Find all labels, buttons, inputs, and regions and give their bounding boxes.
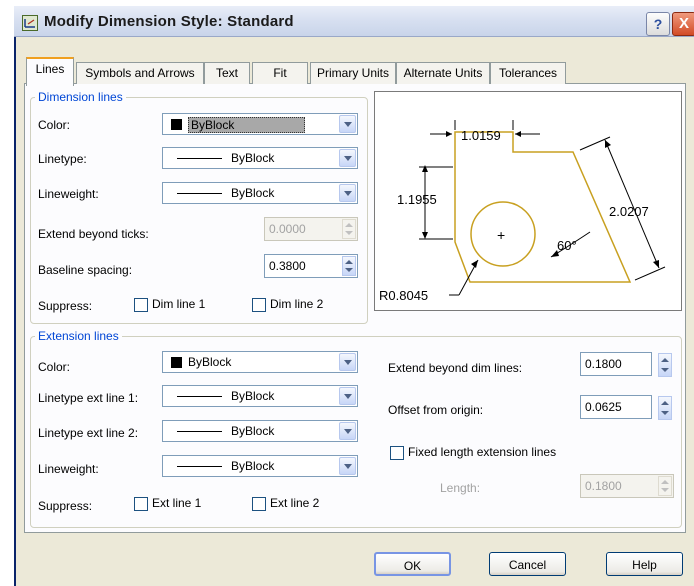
dim-line2-checkbox[interactable] — [252, 298, 266, 312]
center-mark: + — [497, 227, 505, 243]
ext-line2-checkbox[interactable] — [252, 497, 266, 511]
baseline-spacing-label: Baseline spacing: — [38, 263, 133, 277]
offset-from-origin-label: Offset from origin: — [388, 403, 484, 417]
cancel-button[interactable]: Cancel — [489, 552, 566, 576]
ext-linetype1-value: ByBlock — [231, 389, 275, 403]
dim-line2-label[interactable]: Dim line 2 — [270, 297, 323, 311]
dim-linetype-value: ByBlock — [231, 151, 275, 165]
chevron-down-icon[interactable] — [339, 184, 356, 202]
chevron-down-icon[interactable] — [339, 387, 356, 405]
ext-color-label: Color: — [38, 360, 71, 374]
extend-beyond-dim-lines-label: Extend beyond dim lines: — [388, 361, 523, 375]
extend-beyond-ticks-spinner: 0.0000 — [264, 217, 358, 241]
ok-button[interactable]: OK — [374, 552, 451, 576]
tab-tolerances[interactable]: Tolerances — [490, 62, 566, 84]
length-label: Length: — [440, 481, 481, 495]
length-spinner: 0.1800 — [580, 474, 674, 498]
dimension-lines-group-label: Dimension lines — [35, 90, 126, 104]
linetype-sample — [177, 431, 222, 432]
lineweight-sample — [177, 193, 222, 194]
extend-beyond-dim-lines-value[interactable]: 0.1800 — [585, 357, 622, 371]
ext-line2-label[interactable]: Ext line 2 — [270, 496, 319, 510]
extend-beyond-ticks-label: Extend beyond ticks: — [38, 227, 149, 241]
tab-primary-units[interactable]: Primary Units — [310, 62, 396, 84]
offset-from-origin-value[interactable]: 0.0625 — [585, 400, 622, 414]
ext-linetype1-label: Linetype ext line 1: — [38, 391, 139, 405]
tab-text[interactable]: Text — [204, 62, 250, 84]
offset-from-origin-spinner[interactable]: 0.0625 — [580, 395, 652, 419]
angle-text: 60° — [557, 238, 577, 253]
chevron-down-icon[interactable] — [339, 149, 356, 167]
extend-beyond-dim-lines-spinner[interactable]: 0.1800 — [580, 352, 652, 376]
window-title: Modify Dimension Style: Standard — [44, 13, 294, 30]
ext-lineweight-value: ByBlock — [231, 459, 275, 473]
ext-linetype2-value: ByBlock — [231, 424, 275, 438]
dimension-style-icon — [22, 15, 38, 31]
fixed-length-checkbox[interactable] — [390, 446, 404, 460]
length-value: 0.1800 — [585, 479, 622, 493]
tab-fit[interactable]: Fit — [252, 62, 308, 84]
dimension-preview: + 1.0159 1.1955 2.0207 60° R0.8045 — [374, 91, 682, 311]
tab-symbols-and-arrows[interactable]: Symbols and Arrows — [76, 62, 204, 84]
dim-lineweight-label: Lineweight: — [38, 187, 99, 201]
ext-suppress-label: Suppress: — [38, 499, 93, 513]
baseline-spacing-value[interactable]: 0.3800 — [269, 259, 306, 273]
extend-beyond-ticks-value: 0.0000 — [269, 222, 306, 236]
close-button[interactable]: X — [672, 12, 694, 36]
chevron-down-icon[interactable] — [339, 353, 356, 371]
linetype-sample — [177, 158, 222, 159]
spinner-arrows-icon[interactable] — [658, 353, 672, 377]
ext-linetype2-select[interactable]: ByBlock — [162, 420, 358, 442]
chevron-down-icon[interactable] — [339, 115, 356, 133]
color-swatch — [171, 357, 182, 368]
dim-color-label: Color: — [38, 118, 71, 132]
dim-linetype-select[interactable]: ByBlock — [162, 147, 358, 169]
ext-color-select[interactable]: ByBlock — [162, 351, 358, 373]
dim-line1-label[interactable]: Dim line 1 — [152, 297, 205, 311]
baseline-spacing-spinner[interactable]: 0.3800 — [264, 254, 358, 278]
tab-lines[interactable]: Lines — [26, 57, 74, 86]
dim-right-text: 2.0207 — [609, 204, 649, 219]
dim-left-text: 1.1955 — [397, 192, 437, 207]
part-outline — [454, 131, 632, 283]
ext-linetype1-select[interactable]: ByBlock — [162, 385, 358, 407]
dim-lineweight-select[interactable]: ByBlock — [162, 182, 358, 204]
help-title-button[interactable]: ? — [646, 12, 670, 36]
extend-beyond-spinner-arrows[interactable] — [658, 352, 676, 377]
ext-line1-checkbox[interactable] — [134, 497, 148, 511]
fixed-length-label[interactable]: Fixed length extension lines — [408, 445, 556, 459]
dim-color-value: ByBlock — [188, 117, 306, 133]
ext-line1-label[interactable]: Ext line 1 — [152, 496, 201, 510]
tab-alternate-units[interactable]: Alternate Units — [396, 62, 490, 84]
help-button[interactable]: Help — [606, 552, 683, 576]
spinner-arrows-icon[interactable] — [658, 396, 672, 420]
dim-line1-checkbox[interactable] — [134, 298, 148, 312]
linetype-sample — [177, 396, 222, 397]
color-swatch — [171, 119, 182, 130]
spinner-arrows-icon — [342, 219, 356, 239]
dim-linetype-label: Linetype: — [38, 152, 87, 166]
dim-lineweight-value: ByBlock — [231, 186, 275, 200]
ext-lineweight-select[interactable]: ByBlock — [162, 455, 358, 477]
ext-color-value: ByBlock — [188, 355, 232, 369]
ext-lineweight-label: Lineweight: — [38, 462, 99, 476]
chevron-down-icon[interactable] — [339, 422, 356, 440]
lineweight-sample — [177, 466, 222, 467]
dim-color-select[interactable]: ByBlock — [162, 113, 358, 135]
spinner-arrows-icon[interactable] — [342, 256, 356, 276]
dim-top-text: 1.0159 — [461, 128, 501, 143]
dim-suppress-label: Suppress: — [38, 299, 93, 313]
offset-spinner-arrows[interactable] — [658, 395, 676, 420]
background-page-edge — [0, 0, 14, 580]
chevron-down-icon[interactable] — [339, 457, 356, 475]
ext-linetype2-label: Linetype ext line 2: — [38, 426, 139, 440]
radius-text: R0.8045 — [379, 288, 428, 303]
spinner-arrows-icon — [658, 476, 672, 496]
extension-lines-group-label: Extension lines — [35, 329, 122, 343]
